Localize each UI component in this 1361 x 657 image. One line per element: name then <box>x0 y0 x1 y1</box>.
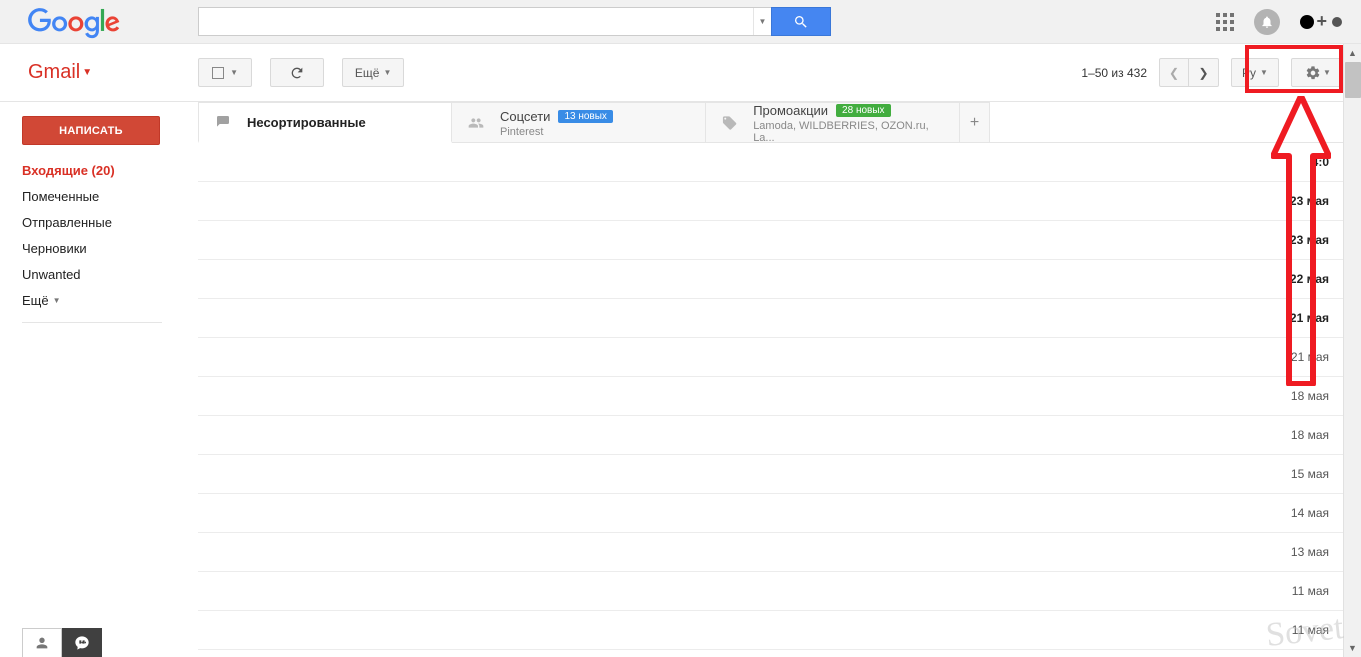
toolbar: Gmail▼ ▼ Ещё▼ 1–50 из 432 ❮ ❯ Ру▼ ▼ <box>0 44 1361 102</box>
message-date: 13 мая <box>1291 545 1329 559</box>
hangouts-icon <box>74 635 90 651</box>
message-row[interactable]: 21 мая <box>198 338 1343 377</box>
people-icon <box>466 115 486 131</box>
scrollbar[interactable]: ▲ ▼ <box>1343 44 1361 657</box>
social-badge: 13 новых <box>558 110 613 123</box>
message-row[interactable]: 23 мая <box>198 221 1343 260</box>
gear-icon <box>1305 65 1321 81</box>
message-date: 23 мая <box>1290 194 1329 208</box>
sidebar-item[interactable]: Отправленные <box>22 215 190 230</box>
message-date: 15 мая <box>1291 467 1329 481</box>
pager-next-button[interactable]: ❯ <box>1189 58 1219 87</box>
settings-button[interactable]: ▼ <box>1291 58 1345 87</box>
compose-button[interactable]: НАПИСАТЬ <box>22 116 160 145</box>
apps-icon[interactable] <box>1216 13 1234 31</box>
pager-text: 1–50 из 432 <box>1081 66 1147 80</box>
search-input[interactable]: ▼ <box>198 7 771 36</box>
message-row[interactable]: 14 мая <box>198 494 1343 533</box>
message-date: 11 мая <box>1292 623 1329 637</box>
message-list: 4:0 23 мая 23 мая 22 мая 21 мая 21 мая 18 мая 1… <box>198 143 1343 650</box>
message-row[interactable]: 13 мая <box>198 533 1343 572</box>
gmail-dropdown[interactable]: Gmail▼ <box>28 61 92 84</box>
refresh-button[interactable] <box>270 58 324 87</box>
tab-promotions[interactable]: Промоакции28 новых Lamoda, WILDBERRIES, … <box>706 102 960 142</box>
input-language-button[interactable]: Ру▼ <box>1231 58 1279 87</box>
message-date: 4:0 <box>1312 155 1329 169</box>
notifications-icon[interactable] <box>1254 9 1280 35</box>
sidebar-item[interactable]: Помеченные <box>22 189 190 204</box>
sidebar-item[interactable]: Unwanted <box>22 267 190 282</box>
message-date: 14 мая <box>1291 506 1329 520</box>
inbox-icon <box>213 114 233 130</box>
tag-icon <box>720 115 739 131</box>
google-logo[interactable] <box>28 7 120 40</box>
account-switcher[interactable]: + <box>1300 11 1343 32</box>
message-row[interactable]: 21 мая <box>198 299 1343 338</box>
contacts-tab[interactable] <box>22 628 62 657</box>
message-row[interactable]: 18 мая <box>198 416 1343 455</box>
sidebar: НАПИСАТЬ Входящие (20) Помеченные Отправле… <box>0 102 198 657</box>
message-date: 18 мая <box>1291 389 1329 403</box>
promo-badge: 28 новых <box>836 104 891 117</box>
message-row[interactable]: 22 мая <box>198 260 1343 299</box>
more-button[interactable]: Ещё▼ <box>342 58 404 87</box>
message-row[interactable]: 11 мая <box>198 611 1343 650</box>
add-tab-button[interactable]: + <box>960 102 990 142</box>
tab-social[interactable]: Соцсети13 новых Pinterest <box>452 102 706 142</box>
google-bar: ▼ + <box>0 0 1361 44</box>
message-date: 11 мая <box>1292 584 1329 598</box>
message-date: 23 мая <box>1290 233 1329 247</box>
message-date: 22 мая <box>1290 272 1329 286</box>
select-all-checkbox[interactable]: ▼ <box>198 58 252 87</box>
search-options-dropdown[interactable]: ▼ <box>753 8 771 35</box>
message-row[interactable]: 4:0 <box>198 143 1343 182</box>
pager-prev-button[interactable]: ❮ <box>1159 58 1189 87</box>
message-date: 21 мая <box>1290 311 1329 325</box>
hangouts-tab[interactable] <box>62 628 102 657</box>
sidebar-item[interactable]: Входящие (20) <box>22 163 190 178</box>
message-row[interactable]: 18 мая <box>198 377 1343 416</box>
sidebar-more[interactable]: Ещё▼ <box>22 293 190 308</box>
message-date: 21 мая <box>1291 350 1329 364</box>
person-icon <box>34 635 50 651</box>
search-button[interactable] <box>771 7 831 36</box>
message-row[interactable]: 23 мая <box>198 182 1343 221</box>
tab-primary[interactable]: Несортированные <box>198 102 452 143</box>
sidebar-bottom-tabs <box>22 628 102 657</box>
message-row[interactable]: 15 мая <box>198 455 1343 494</box>
scroll-thumb[interactable] <box>1345 62 1361 98</box>
sidebar-item[interactable]: Черновики <box>22 241 190 256</box>
category-tabs: Несортированные Соцсети13 новых Pinteres… <box>198 102 1343 143</box>
message-date: 18 мая <box>1291 428 1329 442</box>
message-row[interactable]: 11 мая <box>198 572 1343 611</box>
